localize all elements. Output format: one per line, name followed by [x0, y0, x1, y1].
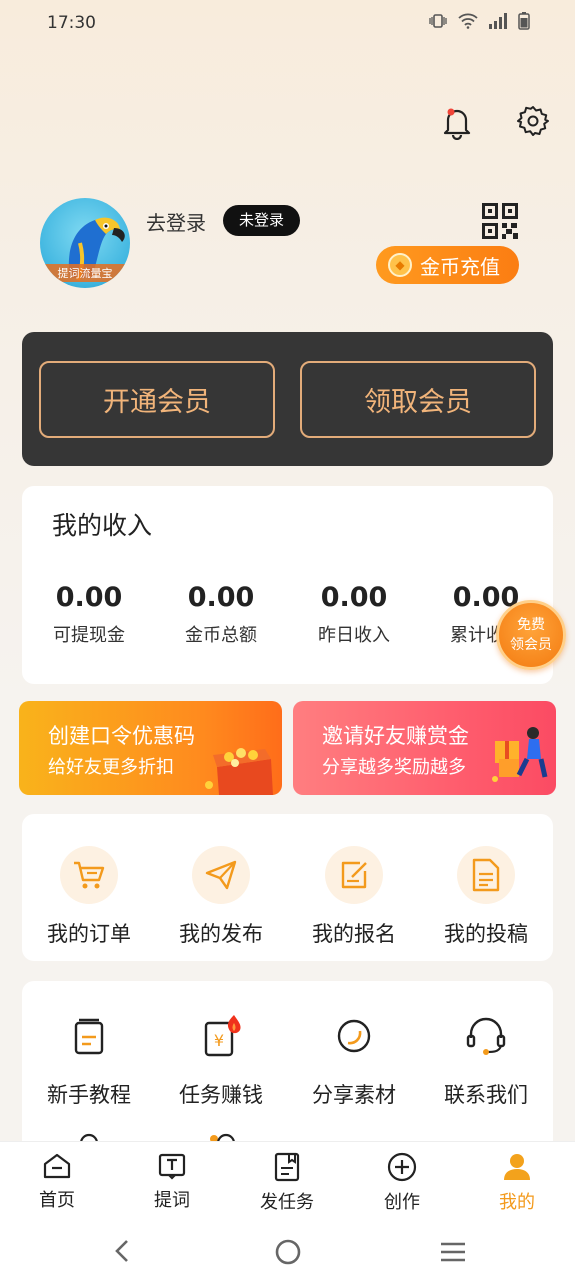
- settings-gear-icon[interactable]: [516, 104, 550, 138]
- bottom-navigation: 首页 提词 发任务 创作 我的: [0, 1141, 575, 1221]
- avatar[interactable]: 提词流量宝: [40, 198, 130, 288]
- qr-code-icon[interactable]: [482, 203, 518, 239]
- battery-icon: [518, 12, 530, 30]
- login-status-badge: 未登录: [223, 205, 301, 236]
- my-orders-button[interactable]: 我的订单: [23, 846, 155, 948]
- my-orders-grid: 我的订单 我的发布 我的报名 我的投稿: [22, 814, 553, 961]
- promo-subtitle: 分享越多奖励越多: [322, 757, 466, 778]
- system-navigation-bar: [0, 1221, 575, 1280]
- nav-create[interactable]: 创作: [352, 1152, 452, 1214]
- nav-label: 创作: [384, 1192, 420, 1213]
- promo-invite-banner[interactable]: 邀请好友赚赏金 分享越多奖励越多: [293, 701, 556, 795]
- income-card: 我的收入 0.00 可提现金 0.00 金币总额 0.00 昨日收入 0.00 …: [22, 486, 553, 684]
- stat-label: 可提现金: [53, 625, 125, 646]
- grid-label: 分享素材: [312, 1083, 396, 1107]
- coin-recharge-label: 金币充值: [420, 254, 500, 279]
- promo-subtitle: 给好友更多折扣: [48, 757, 174, 778]
- my-submissions-button[interactable]: 我的投稿: [420, 846, 552, 948]
- open-membership-button[interactable]: 开通会员: [39, 361, 275, 438]
- home-circle-icon[interactable]: [274, 1238, 302, 1266]
- grid-label: 我的发布: [179, 922, 263, 946]
- stat-value: 0.00: [55, 582, 123, 613]
- plus-circle-icon: [387, 1152, 417, 1182]
- avatar-caption: 提词流量宝: [40, 264, 130, 282]
- recents-menu-icon[interactable]: [439, 1241, 467, 1263]
- gift-runner-icon: [492, 727, 548, 782]
- my-signups-button[interactable]: 我的报名: [288, 846, 420, 948]
- nav-label: 发任务: [260, 1192, 314, 1213]
- tutorial-button[interactable]: 新手教程: [23, 1007, 155, 1109]
- login-link[interactable]: 去登录: [146, 207, 206, 236]
- nav-label: 首页: [39, 1190, 75, 1211]
- profile-icon: [504, 1154, 530, 1180]
- nav-label: 提词: [154, 1190, 190, 1211]
- income-title: 我的收入: [52, 511, 153, 540]
- grid-label: 任务赚钱: [179, 1083, 263, 1107]
- grid-label: 联系我们: [444, 1083, 528, 1107]
- stat-yesterday[interactable]: 0.00 昨日收入: [288, 582, 420, 647]
- red-envelope-coins-icon: [205, 748, 273, 795]
- promo-coupon-banner[interactable]: 创建口令优惠码 给好友更多折扣: [19, 701, 282, 795]
- headset-icon: [466, 1017, 506, 1055]
- vibrate-icon: [429, 14, 447, 28]
- membership-card: 开通会员 领取会员: [22, 332, 553, 466]
- promo-title: 创建口令优惠码: [48, 724, 195, 748]
- svg-text:¥: ¥: [214, 1031, 224, 1050]
- stat-label: 金币总额: [185, 625, 257, 646]
- coin-icon: ◆: [388, 253, 412, 277]
- nav-label: 我的: [499, 1192, 535, 1213]
- nav-home[interactable]: 首页: [7, 1152, 107, 1212]
- book-icon: [74, 1018, 104, 1055]
- grid-label: 我的报名: [312, 922, 396, 946]
- task-earn-button[interactable]: ¥ 任务赚钱: [155, 1007, 287, 1109]
- notification-bell-icon[interactable]: [440, 104, 474, 140]
- float-line2: 领会员: [510, 637, 552, 653]
- claim-membership-button[interactable]: 领取会员: [300, 361, 536, 438]
- free-membership-float-button[interactable]: 免费 领会员: [496, 600, 566, 670]
- status-time: 17:30: [47, 13, 96, 33]
- nav-profile[interactable]: 我的: [467, 1152, 567, 1214]
- teleprompter-icon: [158, 1153, 186, 1180]
- grid-label: 新手教程: [47, 1083, 131, 1107]
- paper-plane-icon: [205, 860, 237, 890]
- stat-value: 0.00: [320, 582, 388, 613]
- promo-title: 邀请好友赚赏金: [322, 724, 469, 748]
- document-icon: [472, 858, 500, 892]
- stat-withdrawable[interactable]: 0.00 可提现金: [23, 582, 155, 647]
- float-line1: 免费: [517, 617, 545, 633]
- signal-icon: [489, 13, 507, 29]
- home-icon: [43, 1153, 71, 1179]
- money-task-icon: ¥: [204, 1015, 241, 1057]
- grid-label: 我的投稿: [444, 922, 528, 946]
- wifi-icon: [458, 13, 478, 29]
- nav-teleprompter[interactable]: 提词: [122, 1152, 222, 1212]
- nav-post-task[interactable]: 发任务: [237, 1152, 337, 1214]
- coin-recharge-button[interactable]: ◆ 金币充值: [376, 246, 519, 284]
- back-icon[interactable]: [112, 1239, 132, 1263]
- share-material-icon: [337, 1019, 371, 1053]
- my-posts-button[interactable]: 我的发布: [155, 846, 287, 948]
- stat-value: 0.00: [187, 582, 255, 613]
- status-icons: [428, 12, 530, 30]
- grid-label: 我的订单: [47, 922, 131, 946]
- task-icon: [274, 1152, 300, 1182]
- cart-icon: [74, 861, 105, 889]
- share-materials-button[interactable]: 分享素材: [288, 1007, 420, 1109]
- stat-label: 昨日收入: [318, 625, 390, 646]
- stat-coin-total[interactable]: 0.00 金币总额: [155, 582, 287, 647]
- contact-us-button[interactable]: 联系我们: [420, 1007, 552, 1109]
- edit-note-icon: [341, 861, 367, 889]
